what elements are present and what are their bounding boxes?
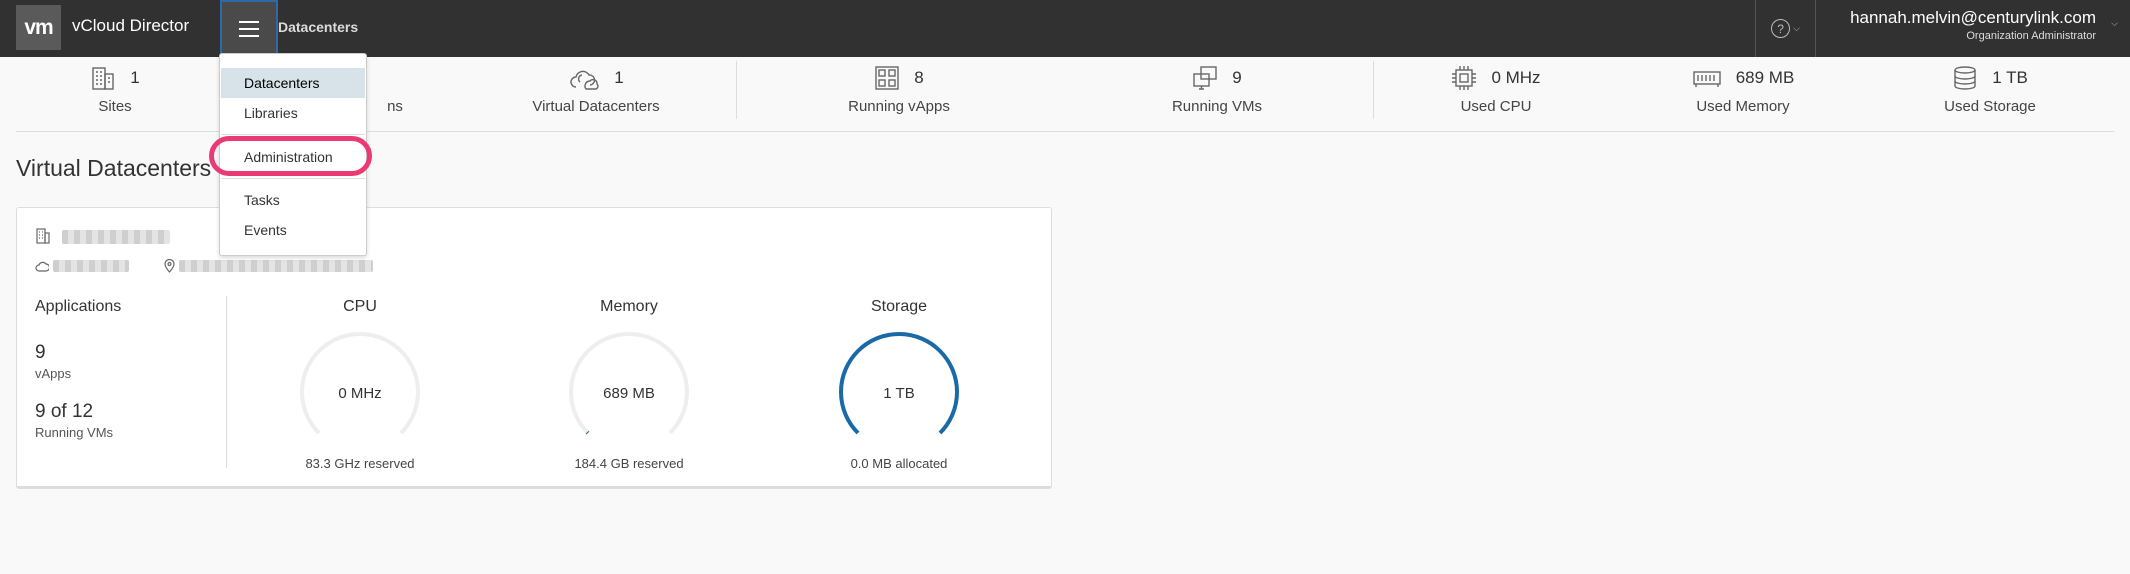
gauge-arc: 0 MHz [300, 331, 420, 435]
gauge-arc: 689 MB [569, 331, 689, 435]
gauge-title: Memory [600, 298, 658, 315]
help-icon: ? [1771, 19, 1791, 38]
cpu-gauge: CPU 0 MHz 83.3 GHz reserved [260, 298, 460, 471]
vms-count: 9 of 12 [35, 401, 94, 422]
building-icon [92, 67, 114, 90]
stat-sites: 1 Sites [5, 57, 225, 131]
stat-used-cpu: 0 MHz Used CPU [1386, 57, 1606, 131]
applications-summary: Applications 9 vApps 9 of 12 Running VMs [35, 298, 121, 440]
storage-gauge: Storage 1 TB 0.0 MB allocated [799, 298, 999, 471]
gauge-value: 0 MHz [338, 385, 381, 402]
stat-label: Virtual Datacenters [532, 98, 660, 115]
menu-item-libraries[interactable]: Libraries [221, 98, 365, 128]
cpu-icon [1452, 66, 1477, 90]
vapps-label: vApps [35, 366, 72, 381]
redacted-org-name [53, 260, 129, 272]
gauge-value: 1 TB [883, 385, 914, 402]
vm-icon [1193, 66, 1217, 90]
user-menu-button[interactable]: hannah.melvin@centurylink.com Organizati… [1815, 0, 2130, 57]
gauge-subtitle: 184.4 GB reserved [574, 456, 684, 471]
user-role: Organization Administrator [1966, 30, 2096, 42]
stat-used-storage: 1 TB Used Storage [1880, 57, 2100, 131]
memory-gauge: Memory 689 MB 184.4 GB reserved [529, 298, 729, 471]
divider [736, 61, 737, 119]
menu-item-tasks[interactable]: Tasks [221, 185, 365, 215]
hamburger-menu-button[interactable] [220, 0, 278, 57]
gauge-value: 689 MB [603, 385, 655, 402]
stat-label: Running VMs [1171, 98, 1263, 115]
menu-divider [221, 134, 365, 135]
top-nav-bar: vm vCloud Director Datacenters ? ⌵ hanna… [0, 0, 2130, 57]
help-menu-button[interactable]: ? ⌵ [1755, 0, 1815, 57]
menu-divider [221, 178, 365, 179]
hamburger-icon [239, 27, 259, 30]
location-pin-icon [164, 259, 175, 273]
stat-virtual-datacenters: 1 Virtual Datacenters [486, 57, 706, 131]
menu-item-administration[interactable]: Administration [221, 142, 365, 172]
chevron-down-icon: ⌵ [1793, 23, 1800, 33]
breadcrumb: Datacenters [278, 19, 359, 35]
building-icon [36, 228, 50, 244]
vmware-logo: vm [16, 5, 61, 50]
stat-label: Used CPU [1460, 98, 1532, 115]
vms-label: Running VMs [35, 425, 114, 440]
stat-value: 9 [1232, 68, 1242, 87]
page-title: Virtual Datacenters [16, 155, 212, 181]
redacted-location [179, 260, 373, 272]
vdc-card[interactable]: Applications 9 vApps 9 of 12 Running VMs… [16, 207, 1052, 489]
vapps-count: 9 [35, 342, 46, 363]
stat-value: 1 TB [1992, 68, 2028, 87]
chevron-down-icon: ⌵ [2111, 18, 2118, 28]
stat-label: Running vApps [848, 98, 950, 115]
user-name: hannah.melvin@centurylink.com [1850, 8, 2096, 27]
divider [226, 296, 227, 468]
stat-value: 689 MB [1735, 68, 1795, 87]
stat-value: 1 [130, 68, 140, 87]
stat-used-memory: 689 MB Used Memory [1633, 57, 1853, 131]
applications-title: Applications [35, 298, 122, 315]
app-title: vCloud Director [72, 16, 190, 35]
stat-running-vms: 9 Running VMs [1107, 57, 1327, 131]
redacted-vdc-name[interactable] [62, 230, 170, 244]
stat-running-vapps: 8 Running vApps [789, 57, 1009, 131]
vapp-icon [875, 66, 899, 90]
menu-item-datacenters[interactable]: Datacenters [221, 68, 365, 98]
stat-value: 8 [914, 68, 924, 87]
divider [1373, 61, 1374, 119]
stat-value: 1 [614, 68, 624, 87]
cloud-stack-icon [570, 70, 599, 90]
gauge-arc: 1 TB [839, 331, 959, 435]
stat-value: 0 MHz [1491, 68, 1541, 87]
menu-item-events[interactable]: Events [221, 215, 365, 245]
stat-label: Used Memory [1696, 98, 1790, 115]
stat-label: Sites [98, 98, 132, 115]
cloud-icon [35, 261, 49, 272]
gauge-title: Storage [870, 298, 928, 315]
gauge-subtitle: 83.3 GHz reserved [305, 456, 415, 471]
main-menu-dropdown: Datacenters Libraries Administration Tas… [219, 53, 367, 256]
memory-icon [1693, 71, 1721, 87]
gauge-subtitle: 0.0 MB allocated [850, 456, 948, 471]
storage-icon [1954, 66, 1976, 90]
gauge-title: CPU [343, 298, 377, 315]
stat-label: Used Storage [1944, 98, 2036, 115]
